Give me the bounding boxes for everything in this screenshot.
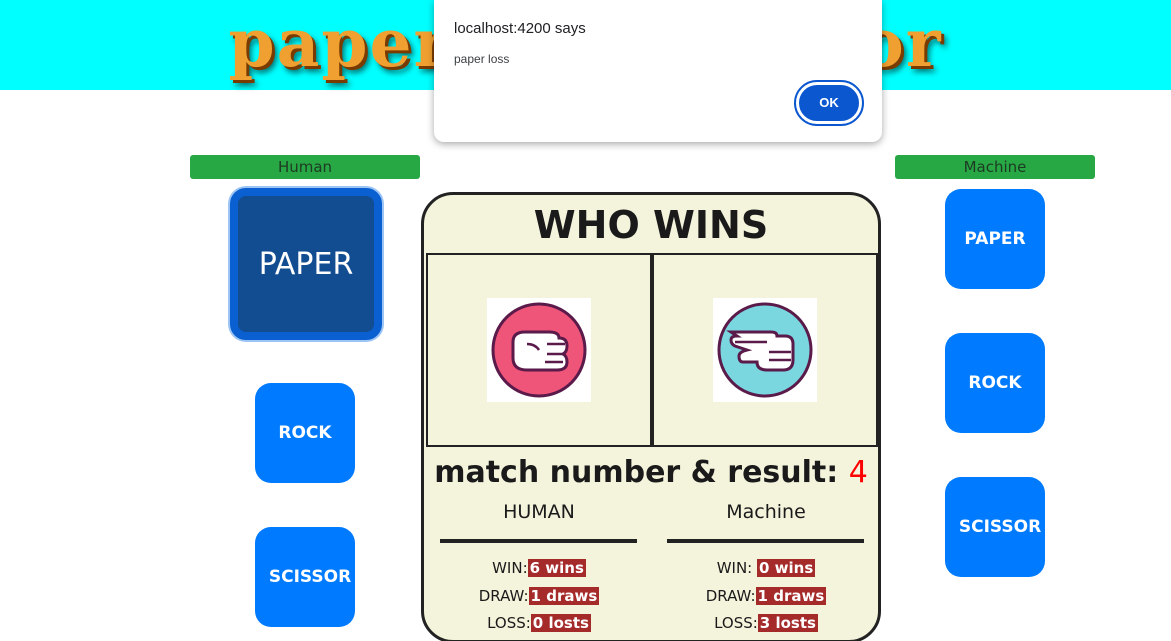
human-divider xyxy=(440,539,637,543)
machine-win-value: 0 wins xyxy=(757,559,816,577)
machine-hand-box xyxy=(652,253,878,447)
machine-loss-value: 3 losts xyxy=(757,614,818,632)
machine-loss-row: LOSS: 3 losts xyxy=(666,614,866,632)
alert-dialog: localhost:4200 says paper loss OK xyxy=(434,0,882,142)
human-label: Human xyxy=(190,155,420,179)
human-scissor-button[interactable]: SCISSOR xyxy=(255,527,355,627)
human-hand-box xyxy=(426,253,652,447)
dialog-title: localhost:4200 says xyxy=(454,20,586,37)
result-panel: WHO WINS match number & result: 4 HUMAN … xyxy=(421,192,881,641)
machine-win-row: WIN: 0 wins xyxy=(666,559,866,577)
human-heading: HUMAN xyxy=(503,501,575,523)
stat-label: LOSS: xyxy=(487,614,531,632)
human-rock-button[interactable]: ROCK xyxy=(255,383,355,483)
machine-divider xyxy=(667,539,864,543)
scissor-hand-icon xyxy=(713,298,817,402)
match-number: 4 xyxy=(848,455,868,490)
panel-title: WHO WINS xyxy=(533,203,769,247)
match-label: match number & result: xyxy=(434,455,849,490)
human-draw-value: 1 draws xyxy=(528,587,600,605)
human-win-value: 6 wins xyxy=(527,559,586,577)
ok-button[interactable]: OK xyxy=(794,80,864,126)
human-win-row: WIN: 6 wins xyxy=(439,559,639,577)
machine-draw-row: DRAW: 1 draws xyxy=(666,587,866,605)
human-loss-value: 0 losts xyxy=(530,614,591,632)
machine-draw-value: 1 draws xyxy=(755,587,827,605)
match-result: match number & result: 4 xyxy=(424,455,878,490)
stat-label: LOSS: xyxy=(714,614,758,632)
stat-label: WIN: xyxy=(492,559,528,577)
human-draw-row: DRAW: 1 draws xyxy=(439,587,639,605)
human-loss-row: LOSS: 0 losts xyxy=(439,614,639,632)
stat-label: DRAW: xyxy=(705,587,756,605)
rock-hand-icon xyxy=(487,298,591,402)
dialog-message: paper loss xyxy=(454,52,510,66)
stat-label: DRAW: xyxy=(478,587,529,605)
machine-rock-button[interactable]: ROCK xyxy=(945,333,1045,433)
machine-scissor-button[interactable]: SCISSOR xyxy=(945,477,1045,577)
machine-heading: Machine xyxy=(726,501,806,523)
human-paper-button[interactable]: PAPER xyxy=(230,188,382,340)
machine-label: Machine xyxy=(895,155,1095,179)
stat-label: WIN: xyxy=(716,559,758,577)
machine-paper-button[interactable]: PAPER xyxy=(945,189,1045,289)
